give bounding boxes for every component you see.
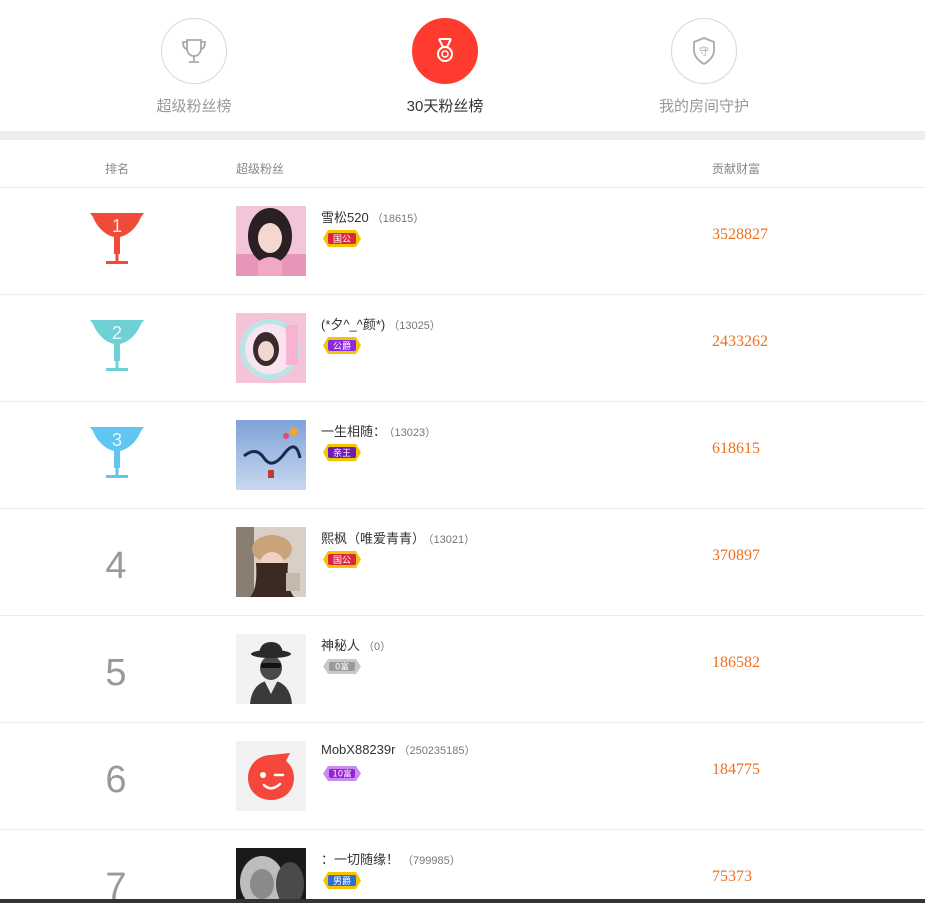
fan-name-line: ：一切随缘！ （799985） bbox=[321, 849, 461, 868]
shield-guard-icon: 守 bbox=[671, 18, 737, 84]
fan-name[interactable]: 神秘人 bbox=[321, 638, 360, 653]
svg-text:守: 守 bbox=[699, 45, 709, 58]
lion-avatar[interactable] bbox=[236, 848, 306, 903]
svg-text:1: 1 bbox=[112, 216, 122, 236]
mystery-man-avatar[interactable] bbox=[236, 634, 306, 704]
wealth-value: 618615 bbox=[712, 440, 760, 457]
fan-name[interactable]: 雪松520 bbox=[321, 210, 369, 225]
fan-name[interactable]: (*夕^_^颜*) bbox=[321, 317, 385, 332]
medal-icon bbox=[412, 18, 478, 84]
tab-super-fans[interactable]: 超级粉丝榜 bbox=[94, 18, 294, 128]
fan-id: （250235185） bbox=[398, 745, 476, 757]
fan-name-line: 神秘人 （0） bbox=[321, 635, 391, 654]
rank-number: 4 bbox=[105, 545, 127, 587]
svg-text:国公: 国公 bbox=[333, 234, 351, 245]
silver-cup-icon: 2 bbox=[87, 312, 147, 372]
fan-id: （799985） bbox=[402, 855, 461, 867]
tab-30-day-fans[interactable]: 30天粉丝榜 bbox=[345, 18, 545, 128]
svg-text:男爵: 男爵 bbox=[333, 875, 351, 887]
girl-frame-avatar[interactable] bbox=[236, 313, 306, 383]
wealth-value: 2433262 bbox=[712, 333, 768, 350]
fan-name[interactable]: MobX88239r bbox=[321, 742, 395, 757]
svg-text:亲王: 亲王 bbox=[333, 447, 351, 459]
bronze-cup-icon: 3 bbox=[87, 419, 147, 479]
window-bottom-edge bbox=[0, 899, 925, 903]
tab-label: 30天粉丝榜 bbox=[406, 98, 484, 115]
fan-name-line: MobX88239r （250235185） bbox=[321, 742, 476, 758]
trophy-icon bbox=[161, 18, 227, 84]
table-header: 排名 超级粉丝 贡献财富 bbox=[0, 140, 925, 188]
column-header-wealth: 贡献财富 bbox=[712, 162, 761, 176]
fan-id: （0） bbox=[363, 641, 392, 653]
wealth-value: 184775 bbox=[712, 761, 760, 778]
tab-label: 超级粉丝榜 bbox=[156, 98, 232, 115]
svg-text:2: 2 bbox=[112, 323, 122, 343]
rank-badge: 国公 bbox=[321, 229, 363, 248]
rank-number: 7 bbox=[105, 866, 127, 903]
gold-cup-icon: 1 bbox=[87, 205, 147, 265]
rank-badge: 0富 bbox=[321, 657, 363, 676]
table-row[interactable]: 6 MobX88239r （250235185） 10富 184775 bbox=[0, 723, 925, 830]
svg-text:0富: 0富 bbox=[335, 662, 349, 673]
girl-hat-avatar[interactable] bbox=[236, 527, 306, 597]
table-row[interactable]: 7 ：一切随缘！ （799985） 男爵 75373 bbox=[0, 830, 925, 903]
svg-text:国公: 国公 bbox=[333, 555, 351, 566]
rank-badge: 国公 bbox=[321, 550, 363, 569]
rank-badge: 男爵 bbox=[321, 871, 363, 890]
fan-name-line: 一生相随： （13023） bbox=[321, 421, 436, 440]
rank-number: 5 bbox=[105, 652, 127, 694]
fan-id: （18615） bbox=[371, 213, 425, 225]
tab-room-guard[interactable]: 守 我的房间守护 bbox=[604, 18, 804, 128]
tab-label: 我的房间守护 bbox=[658, 98, 749, 115]
fan-name[interactable]: ：一切随缘！ bbox=[321, 852, 399, 867]
table-row[interactable]: 4 熙枫（唯爱青青） （13021） 国公 370897 bbox=[0, 509, 925, 616]
table-row[interactable]: 2 (*夕^_^颜*) （13025） 公爵 2433262 bbox=[0, 295, 925, 402]
fan-id: （13023） bbox=[389, 427, 437, 439]
calligraphy-avatar[interactable] bbox=[236, 420, 306, 490]
rank-badge: 10富 bbox=[321, 764, 363, 783]
fan-id: （13021） bbox=[428, 534, 476, 546]
svg-text:3: 3 bbox=[112, 430, 122, 450]
girl-pink-avatar[interactable] bbox=[236, 206, 306, 276]
wealth-value: 75373 bbox=[712, 868, 752, 885]
column-header-fan: 超级粉丝 bbox=[236, 162, 285, 176]
fan-name[interactable]: 熙枫（唯爱青青） bbox=[321, 531, 425, 546]
fan-name-line: (*夕^_^颜*) （13025） bbox=[321, 314, 441, 333]
wink-face-avatar[interactable] bbox=[236, 741, 306, 811]
svg-text:10富: 10富 bbox=[332, 769, 351, 780]
rank-badge: 公爵 bbox=[321, 336, 363, 355]
wealth-value: 370897 bbox=[712, 547, 760, 564]
section-divider bbox=[0, 131, 925, 140]
table-row[interactable]: 5 神秘人 （0） 0富 186582 bbox=[0, 616, 925, 723]
wealth-value: 3528827 bbox=[712, 226, 768, 243]
ranking-tabs: 超级粉丝榜 30天粉丝榜 守 我的房间守护 bbox=[0, 0, 925, 131]
fan-name-line: 熙枫（唯爱青青） （13021） bbox=[321, 528, 475, 547]
rank-badge: 亲王 bbox=[321, 443, 363, 462]
table-row[interactable]: 1 雪松520 （18615） 国公 3528827 bbox=[0, 188, 925, 295]
svg-text:公爵: 公爵 bbox=[333, 340, 351, 352]
fan-name-line: 雪松520 （18615） bbox=[321, 207, 424, 226]
table-row[interactable]: 3 一生相随： （13023） 亲王 618615 bbox=[0, 402, 925, 509]
fan-id: （13025） bbox=[388, 320, 441, 332]
fan-name[interactable]: 一生相随： bbox=[321, 424, 386, 439]
wealth-value: 186582 bbox=[712, 654, 760, 671]
column-header-rank: 排名 bbox=[105, 162, 130, 176]
rank-number: 6 bbox=[105, 759, 127, 801]
